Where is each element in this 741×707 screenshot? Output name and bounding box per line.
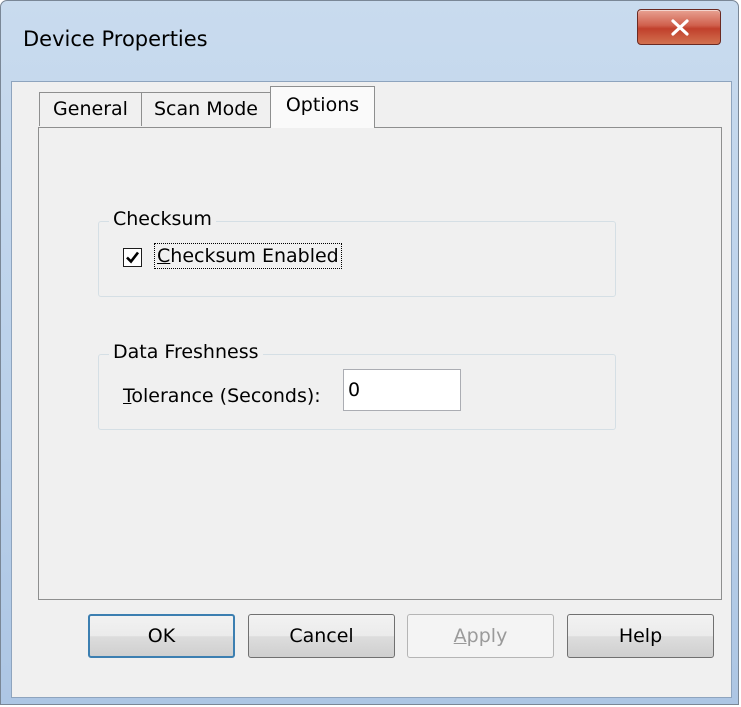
- tolerance-input[interactable]: [343, 369, 461, 411]
- window-title: Device Properties: [23, 27, 208, 51]
- tab-general-label: General: [53, 98, 128, 120]
- data-freshness-groupbox: Data Freshness Tolerance (Seconds):: [98, 341, 616, 430]
- checksum-enabled-label[interactable]: Checksum Enabled: [154, 243, 342, 269]
- ok-button[interactable]: OK: [88, 614, 235, 658]
- checksum-enabled-checkbox[interactable]: [123, 248, 142, 267]
- tab-scan-mode-label: Scan Mode: [154, 98, 258, 120]
- tolerance-label-text: olerance (Seconds):: [131, 385, 321, 407]
- tab-options[interactable]: Options: [270, 86, 375, 128]
- checksum-enabled-mnemonic: C: [157, 245, 171, 267]
- tab-general[interactable]: General: [39, 92, 142, 126]
- cancel-button[interactable]: Cancel: [248, 614, 395, 658]
- checksum-enabled-label-text: hecksum Enabled: [170, 245, 339, 267]
- title-bar[interactable]: Device Properties: [1, 1, 738, 81]
- tab-scan-mode[interactable]: Scan Mode: [141, 92, 271, 126]
- options-tab-panel: Checksum Checksum Enabled Data Freshness…: [38, 127, 722, 600]
- device-properties-dialog: Device Properties General Scan Mode Opti…: [0, 0, 739, 705]
- apply-mnemonic: A: [453, 625, 467, 647]
- dialog-client-area: General Scan Mode Options Checksum Check…: [11, 81, 732, 698]
- checksum-group-title: Checksum: [109, 208, 216, 230]
- checksum-groupbox: Checksum Checksum Enabled: [98, 208, 616, 297]
- close-button[interactable]: [637, 9, 721, 45]
- data-freshness-group-title: Data Freshness: [109, 341, 263, 363]
- checkmark-icon: [126, 251, 140, 264]
- tab-options-label: Options: [285, 94, 360, 116]
- tolerance-label: Tolerance (Seconds):: [123, 385, 321, 407]
- help-button[interactable]: Help: [567, 614, 714, 658]
- apply-label-text: pply: [466, 625, 508, 647]
- close-x-icon: [671, 19, 689, 36]
- apply-button[interactable]: Apply: [407, 614, 554, 658]
